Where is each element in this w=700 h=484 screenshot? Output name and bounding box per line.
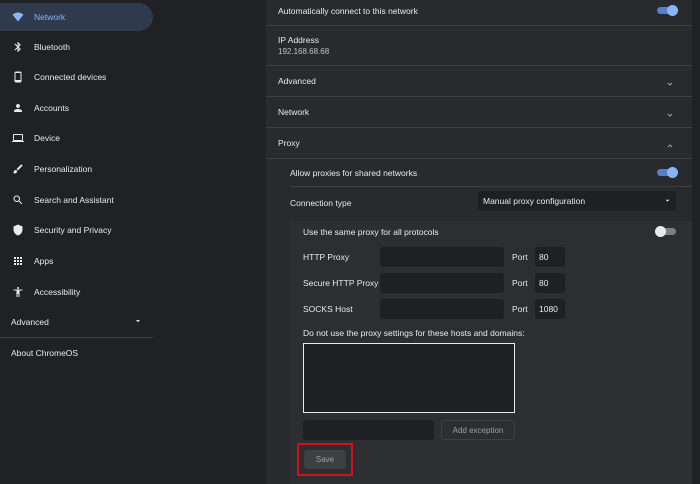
socks-port-label: Port — [512, 304, 528, 314]
http-proxy-label: HTTP Proxy — [303, 252, 350, 262]
sidebar-item-accounts[interactable]: Accounts — [0, 94, 153, 122]
exception-input[interactable] — [303, 420, 434, 440]
sidebar-item-label: Accounts — [34, 103, 69, 113]
sidebar-item-label: Apps — [34, 256, 54, 266]
network-section-row[interactable]: Network — [266, 97, 692, 127]
sidebar-item-device[interactable]: Device — [0, 124, 153, 152]
brush-icon — [11, 162, 25, 176]
advanced-section-label: Advanced — [278, 76, 316, 86]
sidebar-item-label: Device — [34, 133, 60, 143]
sidebar: Network Bluetooth Connected devices Acco… — [0, 0, 160, 484]
caret-down-icon — [663, 196, 672, 207]
network-section-label: Network — [278, 107, 310, 117]
sidebar-item-personalization[interactable]: Personalization — [0, 155, 153, 183]
sidebar-item-label: Accessibility — [34, 287, 81, 297]
connection-type-select[interactable]: Manual proxy configuration — [478, 191, 676, 211]
apps-grid-icon — [11, 254, 25, 268]
sidebar-item-label: Bluetooth — [34, 42, 70, 52]
sidebar-item-network[interactable]: Network — [0, 3, 153, 31]
auto-connect-toggle[interactable] — [657, 5, 678, 16]
auto-connect-label: Automatically connect to this network — [278, 6, 418, 16]
proxy-section-label: Proxy — [278, 138, 300, 148]
sidebar-item-label: Connected devices — [34, 72, 107, 82]
sidebar-divider — [0, 337, 153, 338]
person-icon — [11, 101, 25, 115]
search-icon — [11, 193, 25, 207]
chevron-down-icon — [665, 107, 675, 117]
sidebar-item-connected-devices[interactable]: Connected devices — [0, 63, 153, 91]
sidebar-item-accessibility[interactable]: Accessibility — [0, 278, 153, 306]
add-exception-button[interactable]: Add exception — [441, 420, 515, 440]
ip-address-label: IP Address — [278, 35, 319, 45]
accessibility-icon — [11, 285, 25, 299]
allow-proxies-toggle[interactable] — [657, 167, 678, 178]
bluetooth-icon — [11, 40, 25, 54]
chevron-down-icon — [665, 76, 675, 86]
sidebar-item-label: Personalization — [34, 164, 93, 174]
phone-icon — [11, 70, 25, 84]
sidebar-item-label: Security and Privacy — [34, 225, 112, 235]
sidebar-item-search-and-assistant[interactable]: Search and Assistant — [0, 186, 153, 214]
save-button[interactable]: Save — [304, 450, 346, 469]
proxy-section-row[interactable]: Proxy — [266, 128, 692, 158]
advanced-section-row[interactable]: Advanced — [266, 66, 692, 96]
sidebar-advanced-toggle[interactable]: Advanced — [0, 310, 153, 334]
sidebar-item-bluetooth[interactable]: Bluetooth — [0, 33, 153, 61]
http-port-input[interactable]: 80 — [535, 247, 565, 267]
sidebar-item-label: Network — [34, 12, 66, 22]
ip-address-value: 192.168.68.68 — [278, 47, 330, 56]
sidebar-item-label: Search and Assistant — [34, 195, 114, 205]
row-divider — [266, 158, 692, 159]
sidebar-advanced-label: Advanced — [11, 317, 49, 327]
connection-type-label: Connection type — [290, 198, 352, 208]
same-proxy-label: Use the same proxy for all protocols — [303, 227, 439, 237]
http-proxy-input[interactable] — [380, 247, 504, 267]
connection-type-value: Manual proxy configuration — [483, 196, 586, 206]
secure-port-input[interactable]: 80 — [535, 273, 565, 293]
socks-host-label: SOCKS Host — [303, 304, 353, 314]
exceptions-list[interactable] — [303, 343, 515, 413]
save-button-highlight: Save — [297, 443, 353, 476]
socks-host-input[interactable] — [380, 299, 504, 319]
allow-proxies-label: Allow proxies for shared networks — [290, 168, 418, 178]
shield-icon — [11, 223, 25, 237]
chevron-up-icon — [665, 138, 675, 148]
exceptions-label: Do not use the proxy settings for these … — [303, 328, 525, 338]
sidebar-item-about-chromeos[interactable]: About ChromeOS — [11, 348, 78, 358]
wifi-icon — [11, 10, 25, 24]
row-divider — [290, 186, 692, 187]
secure-http-proxy-label: Secure HTTP Proxy — [303, 278, 379, 288]
sidebar-item-security-and-privacy[interactable]: Security and Privacy — [0, 216, 153, 244]
caret-down-icon — [133, 316, 143, 328]
secure-port-label: Port — [512, 278, 528, 288]
sidebar-item-apps[interactable]: Apps — [0, 247, 153, 275]
secure-http-proxy-input[interactable] — [380, 273, 504, 293]
http-port-label: Port — [512, 252, 528, 262]
same-proxy-toggle[interactable] — [655, 226, 676, 237]
socks-port-input[interactable]: 1080 — [535, 299, 565, 319]
row-divider — [266, 25, 692, 26]
laptop-icon — [11, 131, 25, 145]
